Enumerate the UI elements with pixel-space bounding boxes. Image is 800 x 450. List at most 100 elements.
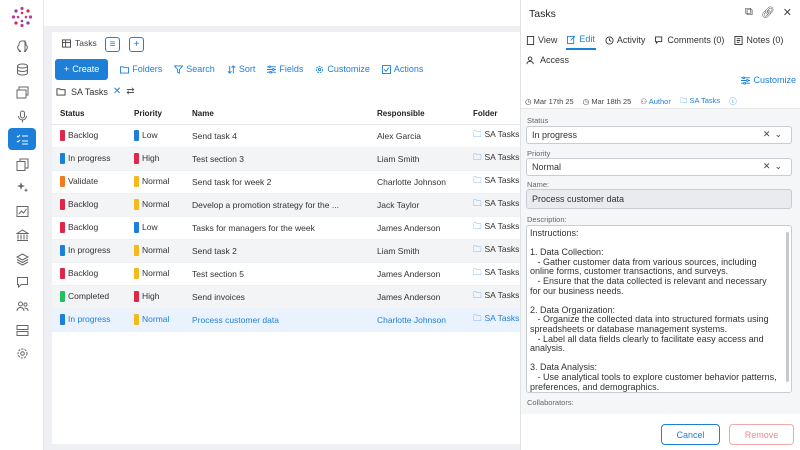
open-window-icon[interactable]: ⧉ [745, 6, 753, 19]
sidebar-item-gallery[interactable] [8, 81, 36, 103]
copy-icon [16, 158, 28, 171]
folders-button[interactable]: Folders [120, 64, 162, 74]
cell-responsible: James Anderson [369, 216, 465, 240]
close-icon[interactable]: ✕ [783, 6, 792, 19]
cell-priority: High [126, 147, 184, 171]
sidebar-item-sparkle[interactable] [8, 176, 36, 198]
clear-filter-icon[interactable]: ✕ [113, 86, 121, 97]
column-header-responsible[interactable]: Responsible [369, 103, 465, 125]
filter-icon [174, 64, 184, 74]
cell-folder: 🗀︎ SA Tasks [465, 124, 520, 148]
panel-customize-button[interactable]: Customize [741, 75, 796, 85]
cell-name: Send task 4 [184, 124, 369, 148]
table-row[interactable]: In progress High Test section 3 Liam Smith 🗀… [52, 147, 520, 171]
status-select[interactable]: In progress ✕⌄ [526, 126, 792, 144]
refresh-icon[interactable]: ⇄ [126, 86, 134, 97]
cell-status: In progress [52, 308, 126, 332]
create-label: Create [72, 64, 100, 74]
description-text: Instructions: 1. Data Collection: - Gath… [530, 228, 777, 392]
column-header-folder[interactable]: Folder [465, 103, 520, 125]
table-row[interactable]: Completed High Send invoices James Anderson… [52, 285, 520, 309]
search-label: Search [186, 64, 215, 74]
tab-notes[interactable]: Notes (0) [733, 32, 784, 50]
column-header-name[interactable]: Name [184, 103, 369, 125]
sort-button[interactable]: Sort [227, 64, 255, 74]
cell-folder: 🗀︎ SA Tasks [465, 216, 520, 240]
stack-icon [15, 252, 29, 266]
meta-folder[interactable]: 🗀︎ SA Tasks [680, 95, 720, 108]
priority-select[interactable]: Normal ✕⌄ [526, 158, 792, 176]
cell-folder: 🗀︎ SA Tasks [465, 262, 520, 286]
folder-text: SA Tasks [484, 289, 520, 300]
sidebar-item-chart[interactable] [8, 200, 36, 222]
panel-tabs: View Edit Activity Comments (0) Notes (0… [525, 32, 784, 50]
clear-chevron-icon[interactable]: ✕⌄ [763, 129, 786, 140]
add-view-button[interactable]: + [129, 37, 144, 52]
sidebar-item-server[interactable] [8, 319, 36, 341]
sidebar-item-tasks[interactable] [8, 128, 36, 150]
description-field[interactable]: Instructions: 1. Data Collection: - Gath… [526, 225, 792, 393]
tab-comments[interactable]: Comments (0) [654, 32, 725, 50]
chart-icon [16, 205, 28, 217]
tab-view-label: View [538, 35, 558, 45]
left-sidebar [0, 0, 44, 450]
description-scrollbar[interactable] [786, 232, 789, 382]
link-icon[interactable]: 🔗︎ [761, 6, 775, 19]
tasks-table: Status Priority Name Responsible Folder … [52, 103, 520, 332]
sidebar-item-bank[interactable] [8, 224, 36, 246]
priority-value: Normal [532, 162, 562, 172]
table-row[interactable]: Backlog Low Tasks for managers for the wee… [52, 216, 520, 240]
start-date[interactable]: ◷ Mar 17th 25 [525, 97, 574, 106]
cancel-button[interactable]: Cancel [661, 424, 720, 445]
table-icon [62, 38, 71, 48]
end-date[interactable]: ◷ Mar 18th 25 [583, 97, 632, 106]
table-row[interactable]: Backlog Normal Test section 5 James Anderso… [52, 262, 520, 286]
table-row[interactable]: In progress Normal Process customer data Ch… [52, 308, 520, 332]
folder-text: SA Tasks [484, 312, 520, 323]
clear-chevron-icon[interactable]: ✕⌄ [763, 161, 786, 172]
sidebar-item-brain[interactable] [8, 34, 36, 56]
status-color-chip [60, 314, 65, 326]
sidebar-item-chat[interactable] [8, 271, 36, 293]
actions-label: Actions [393, 64, 424, 74]
sidebar-item-copy[interactable] [8, 153, 36, 175]
search-button[interactable]: Search [174, 64, 215, 74]
priority-color-chip [134, 222, 139, 234]
column-header-status[interactable]: Status [52, 103, 126, 125]
folder-icon: 🗀︎ [679, 96, 690, 105]
tab-activity[interactable]: Activity [604, 32, 647, 50]
table-row[interactable]: Backlog Normal Develop a promotion strateg… [52, 193, 520, 217]
sidebar-item-stack[interactable] [8, 248, 36, 270]
table-row[interactable]: Backlog Low Send task 4 Alex Garcia 🗀︎ SA Tas… [52, 124, 520, 148]
table-row[interactable]: In progress Normal Send task 2 Liam Smith 🗀︎… [52, 239, 520, 263]
cell-folder: 🗀︎ SA Tasks [465, 285, 520, 309]
tab-view[interactable]: View [525, 32, 558, 50]
tab-access[interactable]: Access [526, 55, 569, 65]
info-icon[interactable]: ⓘ [729, 96, 737, 107]
status-color-chip [60, 199, 65, 211]
app-logo[interactable] [11, 6, 33, 28]
fields-button[interactable]: Fields [267, 64, 303, 74]
table-row[interactable]: Validate Normal Send task for week 2 Charlo… [52, 170, 520, 194]
sidebar-item-microphone[interactable] [8, 105, 36, 127]
priority-color-chip [134, 199, 139, 211]
plus-icon: + [64, 64, 70, 74]
brain-icon [16, 40, 28, 52]
sidebar-item-database[interactable] [8, 58, 36, 80]
column-header-priority[interactable]: Priority [126, 103, 184, 125]
sidebar-item-users[interactable] [8, 295, 36, 317]
actions-button[interactable]: Actions [381, 64, 424, 74]
gear-icon [316, 65, 324, 73]
priority-text: High [142, 290, 160, 301]
name-field[interactable]: Process customer data [526, 189, 792, 209]
menu-button[interactable]: ≡ [105, 37, 120, 52]
tab-tasks[interactable]: Tasks [62, 38, 97, 48]
sparkle-icon [16, 181, 28, 192]
customize-button[interactable]: Customize [315, 64, 370, 74]
remove-button[interactable]: Remove [729, 424, 794, 445]
author[interactable]: ⚇ Author [640, 97, 671, 106]
cell-status: Backlog [52, 193, 126, 217]
sidebar-item-gear[interactable] [8, 342, 36, 364]
tab-edit[interactable]: Edit [566, 32, 596, 50]
create-button[interactable]: + Create [55, 58, 109, 80]
